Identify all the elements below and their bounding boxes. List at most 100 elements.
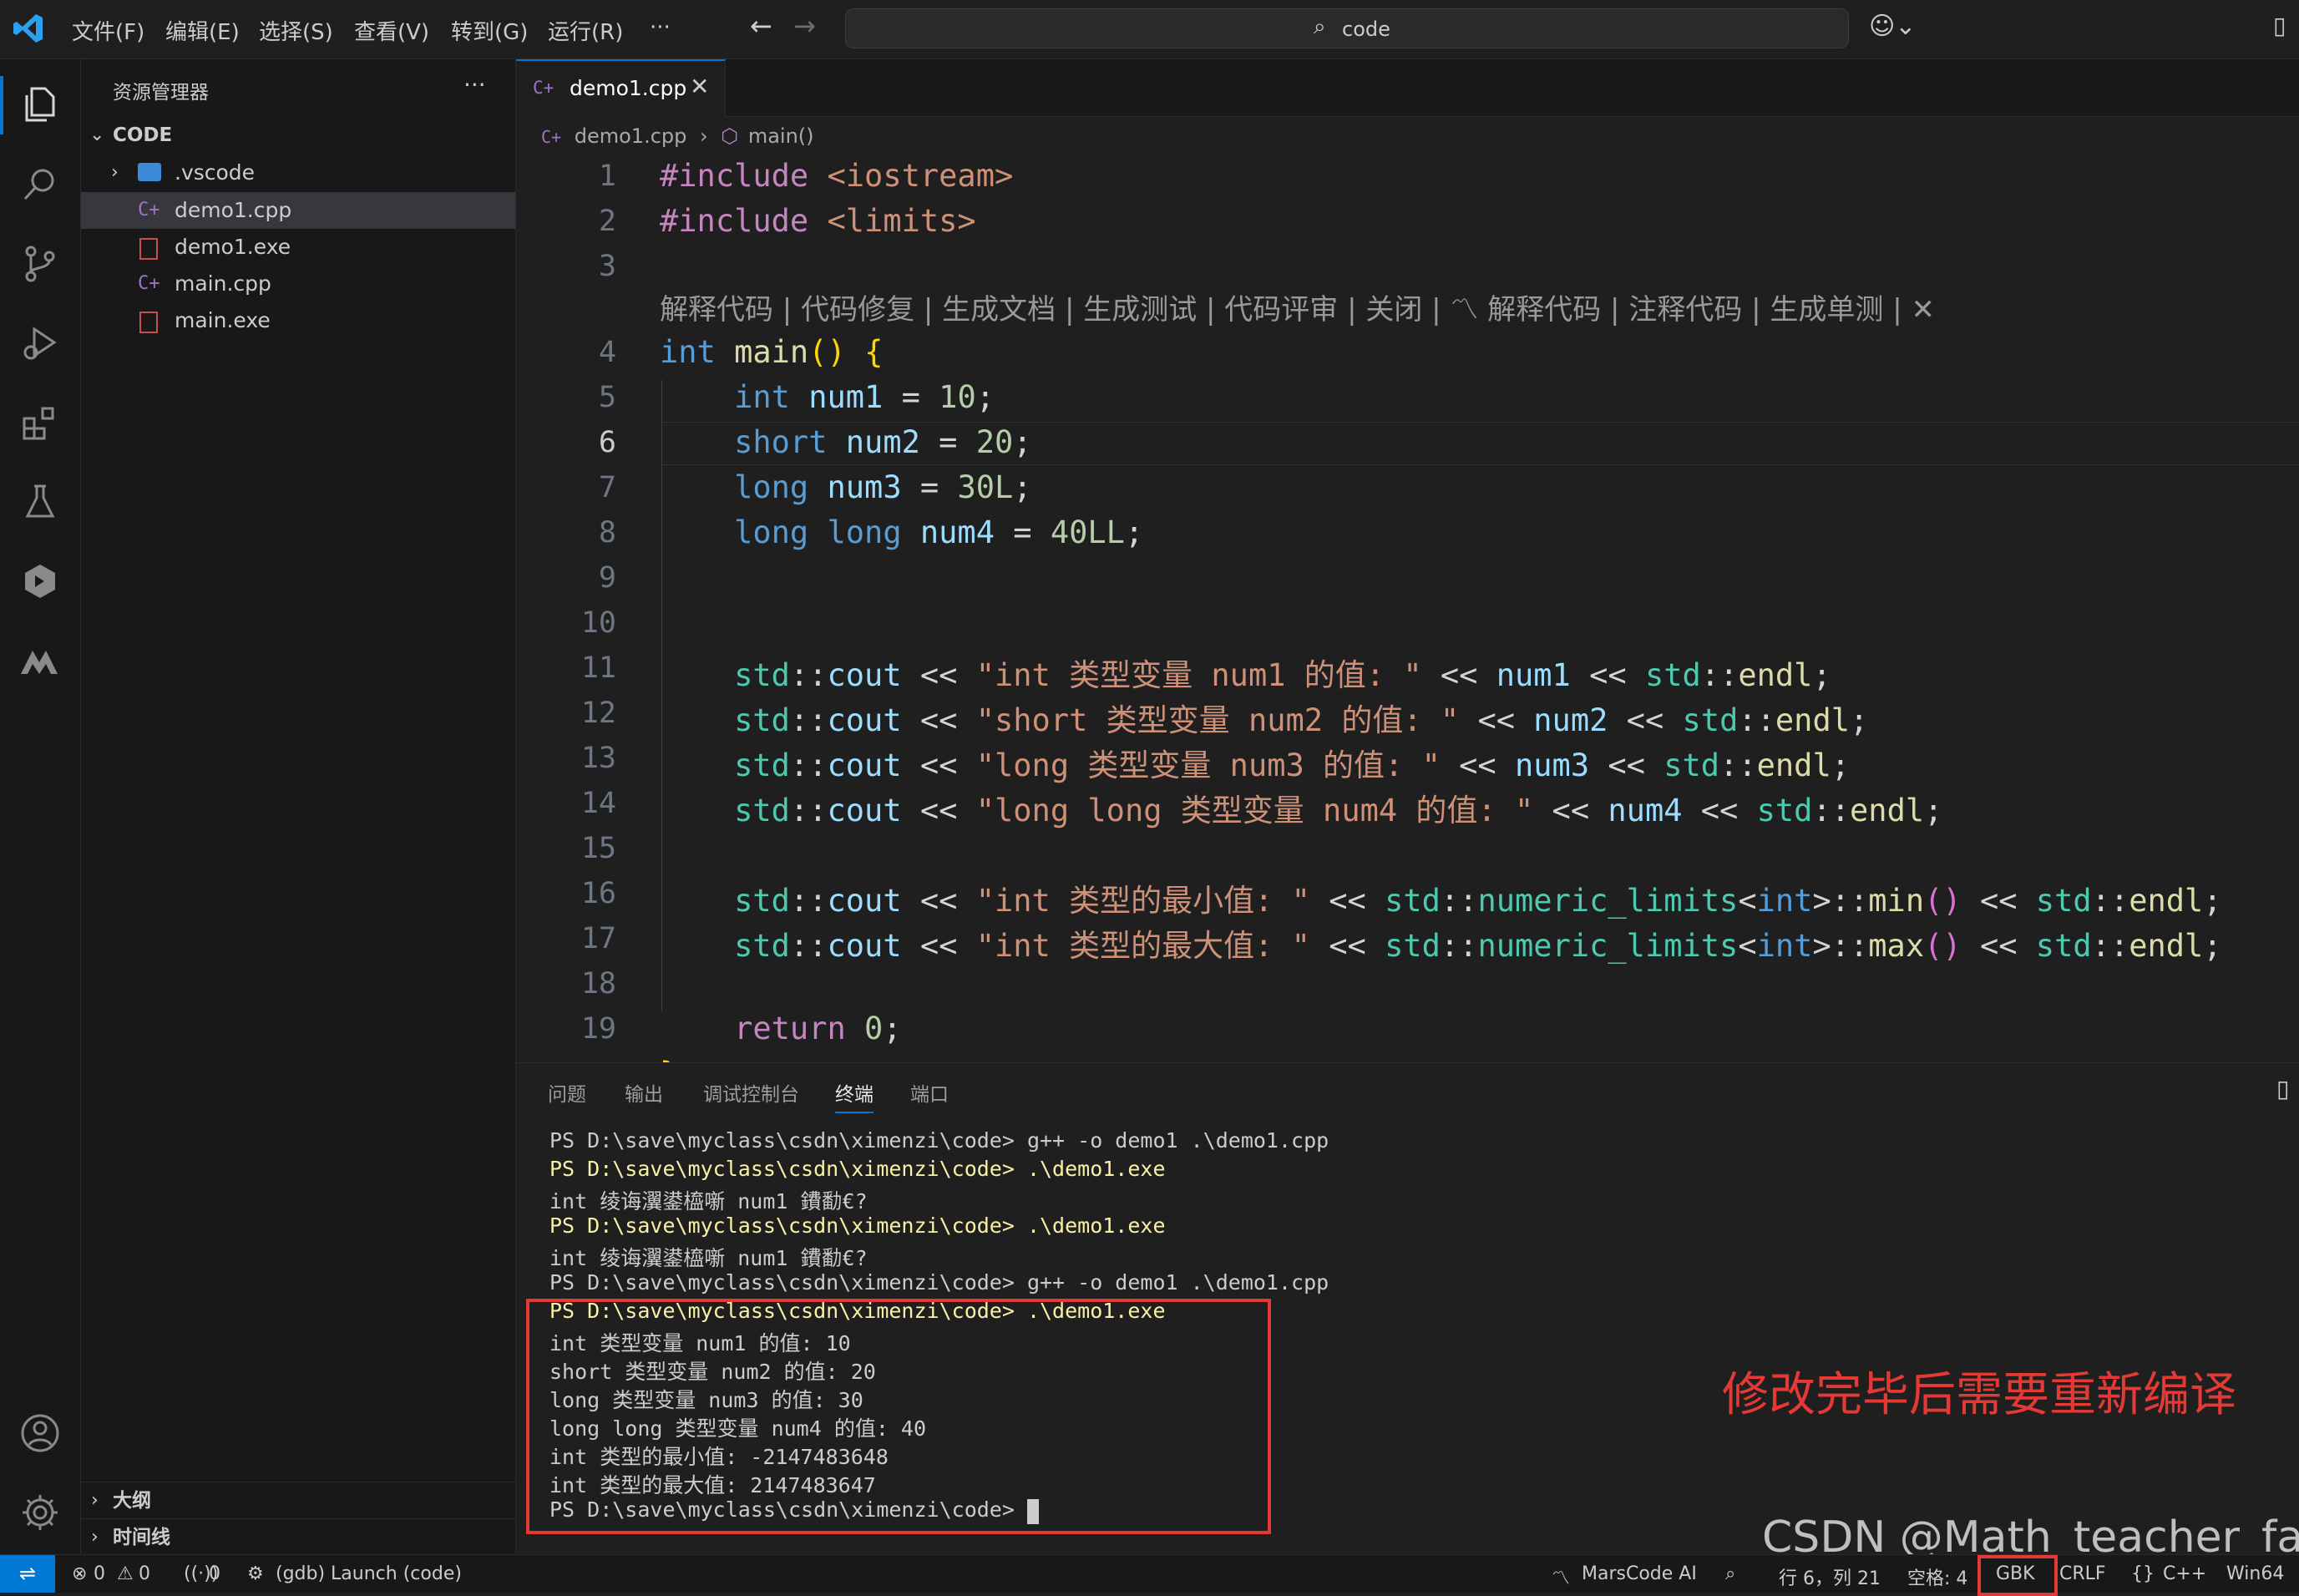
line-number: 4 <box>598 336 616 369</box>
tree-item-demo1-cpp[interactable]: C+ demo1.cpp <box>81 192 515 229</box>
tab-output[interactable]: 输出 <box>625 1078 663 1107</box>
code-line[interactable]: return 0; <box>660 1011 902 1046</box>
code-line[interactable]: long num3 = 30L; <box>660 469 1031 505</box>
forward-arrow-icon[interactable]: → <box>793 10 816 42</box>
code-line[interactable]: #include <limits> <box>660 203 976 239</box>
breadcrumb: C+ demo1.cpp › ⬡ main() <box>541 124 814 148</box>
close-icon[interactable]: ✕ <box>690 73 709 100</box>
cpp-file-icon: C+ <box>138 200 160 220</box>
code-line[interactable]: std::cout << "int 类型的最小值: " << std::nume… <box>660 875 2221 920</box>
line-number: 17 <box>580 922 616 955</box>
tab-problems[interactable]: 问题 <box>548 1078 586 1107</box>
remote-indicator[interactable]: ⇌ <box>0 1555 55 1593</box>
menu-more[interactable]: ··· <box>650 15 671 40</box>
zoom-icon[interactable]: ⌕ <box>1725 1563 1735 1584</box>
timeline-label: 时间线 <box>113 1527 170 1548</box>
line-number: 18 <box>580 967 616 1001</box>
back-arrow-icon[interactable]: ← <box>750 10 772 42</box>
settings-gear-icon[interactable] <box>15 1487 65 1538</box>
bottom-panel: 问题 输出 调试控制台 终端 端口 ▯ PS D:\save\myclass\c… <box>516 1062 2299 1563</box>
explorer-icon[interactable] <box>15 80 65 130</box>
tree-item-demo1-exe[interactable]: demo1.exe <box>81 229 515 266</box>
codelens-actions[interactable]: 解释代码 | 代码修复 | 生成文档 | 生成测试 | 代码评审 | 关闭 | <box>660 293 1441 327</box>
tab-ports[interactable]: 端口 <box>910 1078 949 1107</box>
code-line[interactable]: std::cout << "short 类型变量 num2 的值: " << n… <box>660 695 1868 740</box>
tree-item-main-exe[interactable]: main.exe <box>81 302 515 339</box>
source-control-icon[interactable] <box>15 239 65 289</box>
debug-icon: ⚙ <box>247 1563 264 1584</box>
code-line[interactable]: std::cout << "long long 类型变量 num4 的值: " … <box>660 785 1942 830</box>
editor-area: C+ demo1.cpp ✕ C+ demo1.cpp › ⬡ main() 1… <box>516 59 2299 1092</box>
line-number: 10 <box>580 606 616 640</box>
marscode-icon[interactable] <box>15 636 65 686</box>
tree-item-label: .vscode <box>175 160 256 185</box>
tab-demo1-cpp[interactable]: C+ demo1.cpp ✕ <box>516 59 726 118</box>
marscode-status[interactable]: MarsCode AI <box>1582 1563 1697 1584</box>
code-line[interactable]: int main() { <box>660 334 883 370</box>
breadcrumb-file[interactable]: demo1.cpp <box>575 124 687 148</box>
terminal-line: PS D:\save\myclass\csdn\ximenzi\code> .\… <box>549 1157 1166 1181</box>
tab-debug-console[interactable]: 调试控制台 <box>703 1078 799 1107</box>
tab-terminal[interactable]: 终端 <box>835 1078 874 1113</box>
code-line[interactable]: std::cout << "long 类型变量 num3 的值: " << nu… <box>660 740 1850 785</box>
vscode-folder-icon <box>138 163 161 181</box>
warning-icon: ⚠ <box>117 1563 134 1584</box>
terminal-line: int 绫诲瀷鍙橀噺 num1 鐨勫€? <box>549 1246 868 1270</box>
line-ending[interactable]: CRLF <box>2059 1563 2106 1584</box>
layout-icon[interactable]: ▯ <box>2273 12 2286 39</box>
chevron-right-icon: › <box>111 162 119 183</box>
folder-header-code[interactable]: ⌄ CODE <box>81 117 515 154</box>
tree-item-vscode[interactable]: › .vscode <box>81 155 515 191</box>
status-bar: ⇌ ⊗ 0 ⚠ 0 ((·)) 0 ⚙ (gdb) Launch (code) … <box>0 1554 2299 1596</box>
code-line[interactable]: #include <iostream> <box>660 158 1013 194</box>
close-icon[interactable]: ✕ <box>1911 293 1935 327</box>
deploy-hexagon-icon[interactable] <box>15 556 65 606</box>
copilot-icon[interactable]: ☺⌄ <box>1869 12 1916 41</box>
tree-item-main-cpp[interactable]: C+ main.cpp <box>81 266 515 302</box>
breadcrumb-symbol[interactable]: main() <box>748 124 814 148</box>
code-line[interactable]: std::cout << "int 类型的最大值: " << std::nume… <box>660 920 2221 965</box>
error-count[interactable]: 0 <box>94 1563 105 1584</box>
cpp-file-icon: C+ <box>138 273 160 294</box>
folder-name: CODE <box>113 124 173 146</box>
code-line[interactable]: int num1 = 10; <box>660 379 995 415</box>
active-indicator <box>0 76 3 134</box>
code-line[interactable]: long long num4 = 40LL; <box>660 514 1143 550</box>
language-mode[interactable]: C++ <box>2163 1563 2206 1584</box>
outline-section[interactable]: › 大纲 <box>81 1482 515 1519</box>
command-center-search[interactable]: ⌕ code <box>845 8 1849 48</box>
menu-selection[interactable]: 选择(S) <box>259 15 333 46</box>
platform[interactable]: Win64 <box>2226 1563 2284 1584</box>
menu-edit[interactable]: 编辑(E) <box>165 15 240 46</box>
cube-symbol-icon: ⬡ <box>721 124 739 148</box>
explorer-more-button[interactable]: ··· <box>463 71 486 99</box>
line-number: 2 <box>598 205 616 238</box>
codelens-ai-actions[interactable]: 解释代码 | 注释代码 | 生成单测 | <box>1487 293 1901 327</box>
line-number: 3 <box>598 250 616 283</box>
menu-run[interactable]: 运行(R) <box>548 15 623 46</box>
cursor-position[interactable]: 行 6，列 21 <box>1779 1563 1881 1590</box>
terminal-line: PS D:\save\myclass\csdn\ximenzi\code> .\… <box>549 1213 1166 1238</box>
menu-file[interactable]: 文件(F) <box>72 15 144 46</box>
highlight-box <box>526 1299 1271 1534</box>
code-line[interactable]: short num2 = 20; <box>660 424 1031 460</box>
account-icon[interactable] <box>15 1408 65 1458</box>
chevron-down-icon: ⌄ <box>89 124 105 145</box>
indentation[interactable]: 空格: 4 <box>1907 1563 1967 1590</box>
menu-view[interactable]: 查看(V) <box>354 15 429 46</box>
menu-go[interactable]: 转到(G) <box>451 15 528 46</box>
warning-count[interactable]: 0 <box>139 1563 150 1584</box>
run-debug-icon[interactable] <box>15 318 65 368</box>
testing-icon[interactable] <box>15 477 65 527</box>
breadcrumb-separator: › <box>700 124 708 148</box>
extensions-icon[interactable] <box>15 398 65 448</box>
tree-item-label: demo1.cpp <box>175 198 292 222</box>
timeline-section[interactable]: › 时间线 <box>81 1518 515 1556</box>
debug-config[interactable]: (gdb) Launch (code) <box>276 1563 462 1584</box>
ports-count[interactable]: 0 <box>209 1563 220 1584</box>
search-icon[interactable] <box>15 160 65 210</box>
split-panel-icon[interactable]: ▯ <box>2276 1075 2289 1102</box>
terminal-line: PS D:\save\myclass\csdn\ximenzi\code> g+… <box>549 1270 1329 1295</box>
code-line[interactable]: std::cout << "int 类型变量 num1 的值: " << num… <box>660 650 1831 695</box>
error-icon: ⊗ <box>72 1563 88 1584</box>
